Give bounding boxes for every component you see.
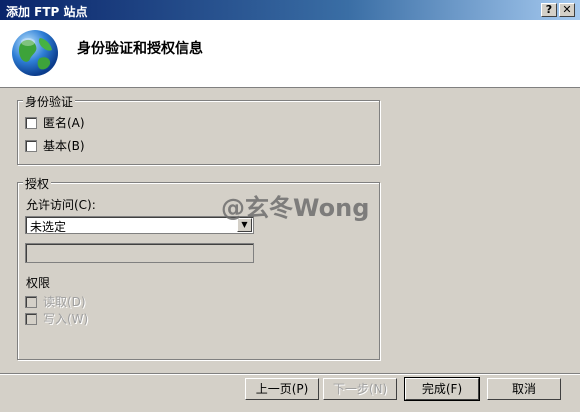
read-checkbox[interactable] [25,295,37,308]
globe-icon [12,30,58,76]
close-button[interactable]: ✕ [559,3,575,17]
finish-button[interactable]: 完成(F) [404,377,480,401]
next-button[interactable]: 下一步(N) [323,378,397,400]
anonymous-checkbox[interactable] [25,116,37,129]
basic-label[interactable]: 基本(B) [43,137,85,154]
permissions-label: 权限 [26,276,51,290]
basic-checkbox-row[interactable]: 基本(B) [25,137,85,154]
write-label[interactable]: 写入(W) [43,310,88,327]
help-icon: ? [545,3,553,16]
previous-button[interactable]: 上一页(P) [245,378,319,400]
allow-access-select[interactable]: 未选定 ▼ [25,216,254,234]
page-title: 身份验证和授权信息 [77,41,203,57]
read-label[interactable]: 读取(D) [43,293,86,310]
authentication-legend: 身份验证 [23,93,76,110]
user-input[interactable] [25,243,254,263]
title-bar: 添加 FTP 站点 ? ✕ [0,0,580,20]
help-button[interactable]: ? [541,3,557,17]
close-icon: ✕ [562,3,572,16]
cancel-button[interactable]: 取消 [487,378,561,400]
wizard-header: 身份验证和授权信息 [0,20,580,88]
watermark-text: @玄冬Wong [221,194,370,222]
write-checkbox[interactable] [25,312,37,325]
basic-checkbox[interactable] [25,139,37,152]
allow-access-value: 未选定 [30,220,67,234]
allow-access-label: 允许访问(C): [26,198,96,212]
anonymous-checkbox-row[interactable]: 匿名(A) [25,114,85,131]
anonymous-label[interactable]: 匿名(A) [43,114,85,131]
write-checkbox-row[interactable]: 写入(W) [25,310,88,327]
read-checkbox-row[interactable]: 读取(D) [25,293,86,310]
bottom-divider [0,373,580,375]
authorization-legend: 授权 [23,175,52,192]
window-title: 添加 FTP 站点 [6,5,88,19]
